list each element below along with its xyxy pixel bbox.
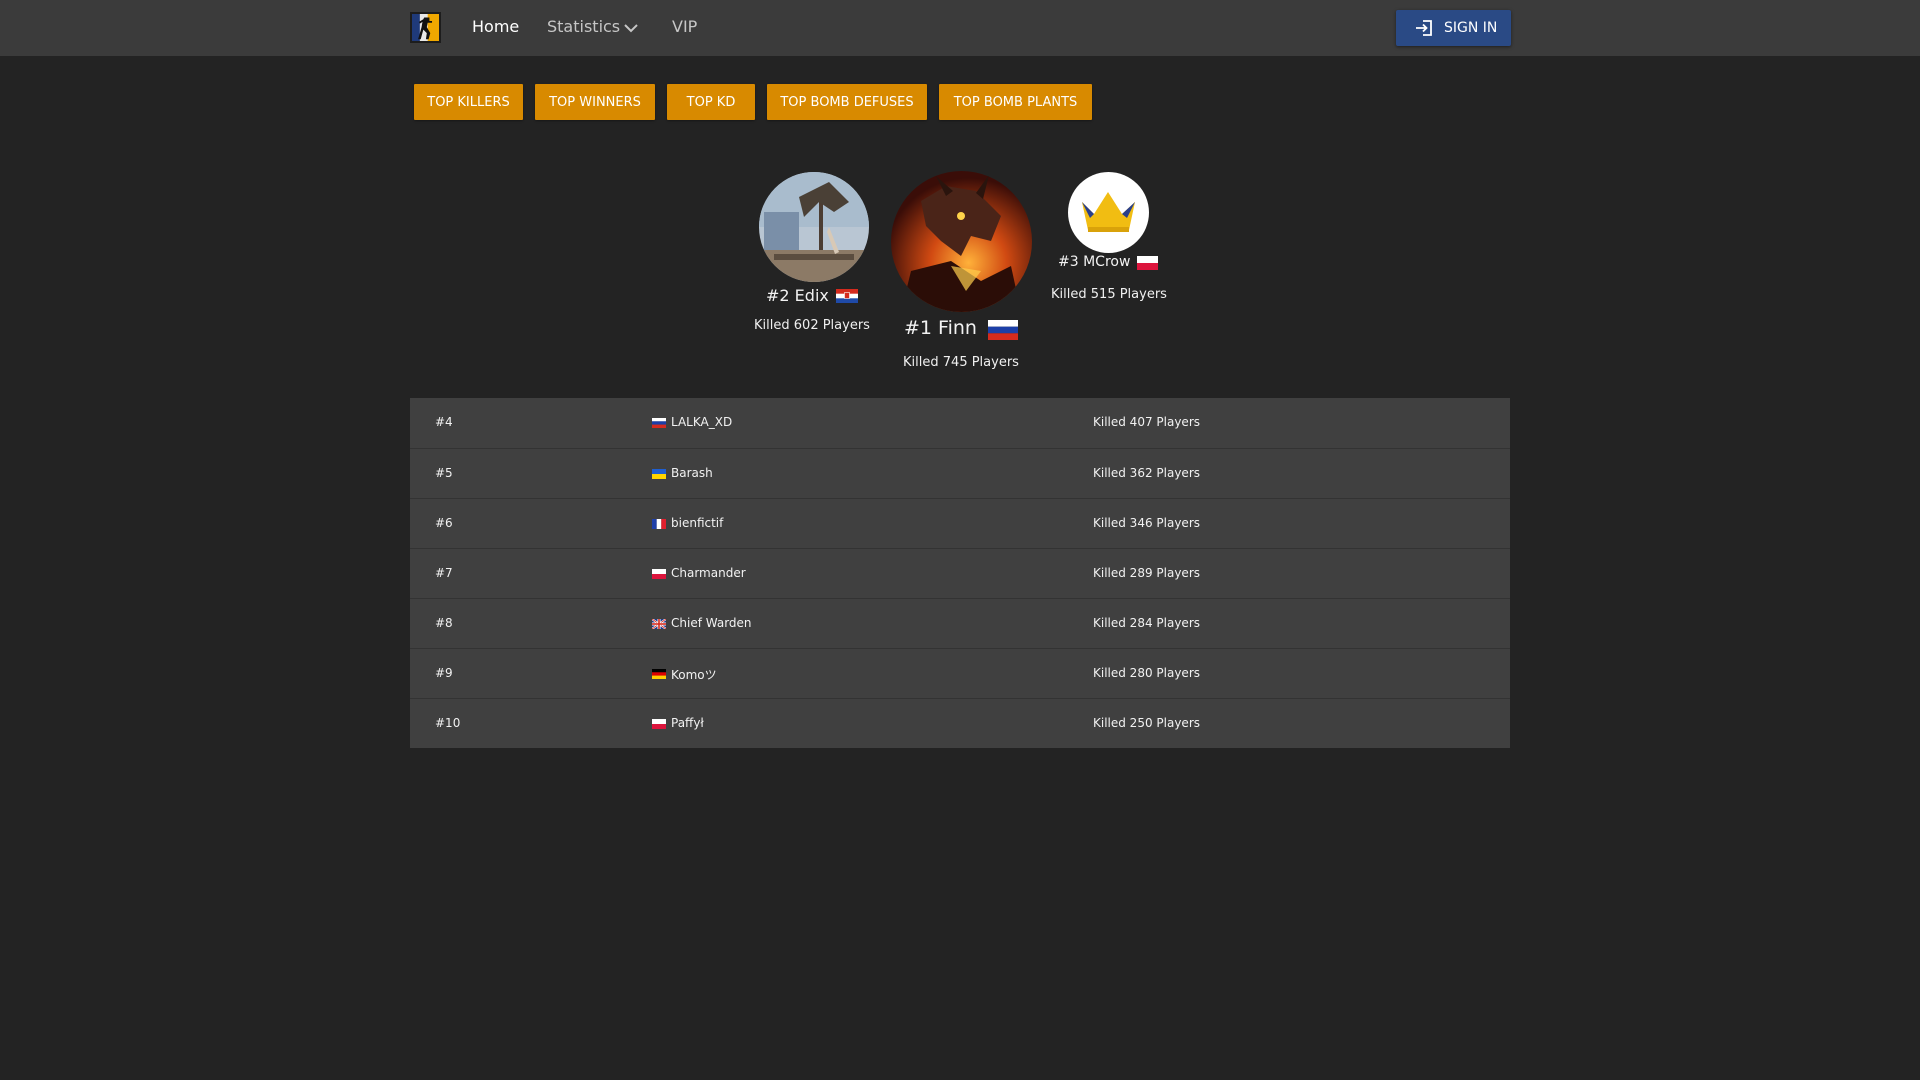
rank-label: #4	[435, 415, 453, 429]
uk-flag-icon	[652, 619, 666, 629]
ukraine-flag-icon	[652, 469, 666, 479]
rank-label: #8	[435, 616, 453, 630]
table-row[interactable]: #5 Barash Killed 362 Players	[410, 448, 1510, 498]
table-row[interactable]: #9 Komoツ Killed 280 Players	[410, 648, 1510, 698]
chevron-down-icon[interactable]	[623, 20, 639, 34]
france-flag-icon	[652, 519, 666, 529]
russia-flag-icon	[652, 418, 666, 428]
sign-in-icon	[1414, 18, 1434, 38]
site-logo[interactable]	[410, 12, 441, 43]
sign-in-label: SIGN IN	[1444, 20, 1498, 36]
leaderboard-table: #4 LALKA_XD Killed 407 Players #5 Barash…	[410, 398, 1510, 748]
top-navbar: Home Statistics VIP SIGN IN	[0, 0, 1920, 56]
player-name[interactable]: Chief Warden	[671, 616, 752, 630]
rank-label: #9	[435, 666, 453, 680]
top-winners-button[interactable]: TOP WINNERS	[535, 84, 655, 120]
table-row[interactable]: #6 bienfictif Killed 346 Players	[410, 498, 1510, 548]
sign-in-button[interactable]: SIGN IN	[1396, 10, 1511, 46]
avatar-third-place[interactable]	[1068, 172, 1149, 253]
third-place-kills: Killed 515 Players	[1051, 287, 1167, 302]
top-bomb-defuses-button[interactable]: TOP BOMB DEFUSES	[767, 84, 927, 120]
poland-flag-icon	[652, 719, 666, 729]
player-name[interactable]: Barash	[671, 466, 713, 480]
rank-label: #7	[435, 566, 453, 580]
first-place-kills: Killed 745 Players	[903, 355, 1019, 370]
top-kd-button[interactable]: TOP KD	[667, 84, 755, 120]
table-row[interactable]: #8 Chief Warden Killed 284 Players	[410, 598, 1510, 648]
nav-vip-link[interactable]: VIP	[672, 17, 697, 36]
avatar-second-place[interactable]	[759, 172, 869, 282]
player-name[interactable]: bienfictif	[671, 516, 723, 530]
player-name[interactable]: Komoツ	[671, 666, 717, 683]
first-place-name[interactable]: #1 Finn	[904, 317, 977, 339]
nav-statistics-link[interactable]: Statistics	[547, 17, 620, 36]
table-row[interactable]: #4 LALKA_XD Killed 407 Players	[410, 398, 1510, 448]
poland-flag-icon	[652, 569, 666, 579]
nav-home-link[interactable]: Home	[472, 17, 519, 36]
kill-count: Killed 280 Players	[1093, 666, 1200, 680]
avatar-first-place[interactable]	[891, 171, 1032, 312]
table-row[interactable]: #10 Paffył Killed 250 Players	[410, 698, 1510, 748]
kill-count: Killed 289 Players	[1093, 566, 1200, 580]
third-place-name[interactable]: #3 MCrow	[1058, 254, 1130, 270]
table-row[interactable]: #7 Charmander Killed 289 Players	[410, 548, 1510, 598]
rank-label: #10	[435, 716, 461, 730]
player-name[interactable]: Charmander	[671, 566, 746, 580]
rank-label: #5	[435, 466, 453, 480]
kill-count: Killed 362 Players	[1093, 466, 1200, 480]
rank-label: #6	[435, 516, 453, 530]
kill-count: Killed 407 Players	[1093, 415, 1200, 429]
kill-count: Killed 250 Players	[1093, 716, 1200, 730]
second-place-kills: Killed 602 Players	[754, 318, 870, 333]
poland-flag-icon	[1137, 256, 1158, 270]
second-place-name[interactable]: #2 Edix	[766, 286, 829, 305]
kill-count: Killed 284 Players	[1093, 616, 1200, 630]
germany-flag-icon	[652, 669, 666, 679]
russia-flag-icon	[988, 320, 1018, 340]
top-bomb-plants-button[interactable]: TOP BOMB PLANTS	[939, 84, 1092, 120]
croatia-flag-icon	[836, 289, 858, 303]
player-name[interactable]: Paffył	[671, 716, 704, 730]
top-killers-button[interactable]: TOP KILLERS	[414, 84, 523, 120]
kill-count: Killed 346 Players	[1093, 516, 1200, 530]
player-name[interactable]: LALKA_XD	[671, 415, 732, 429]
